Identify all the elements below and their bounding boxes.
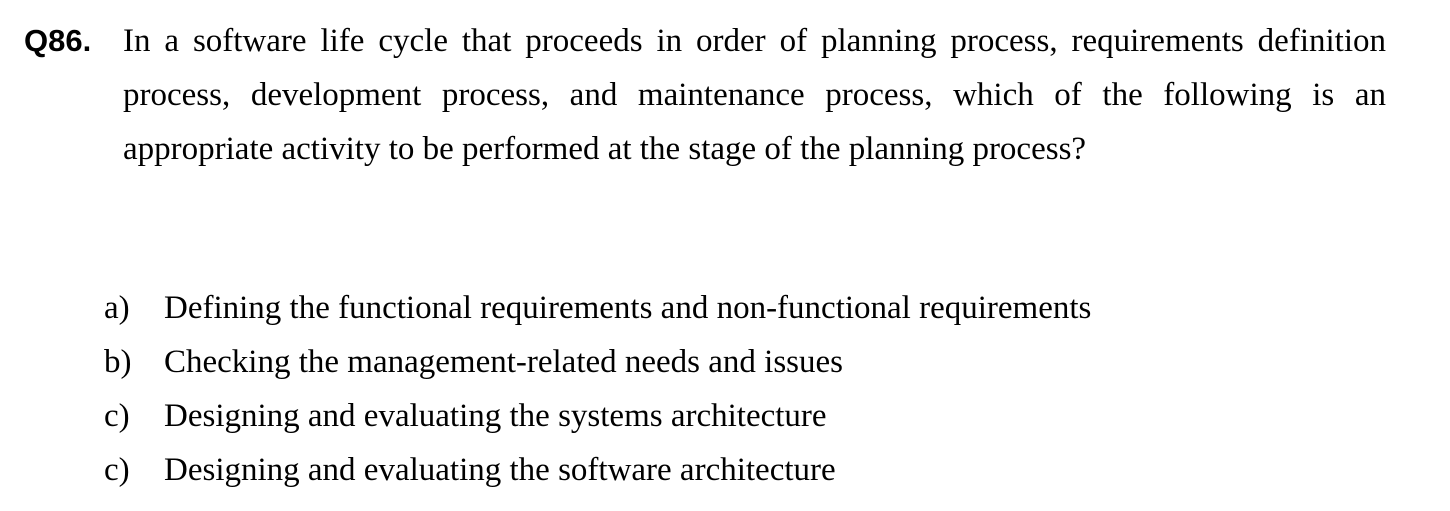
option-letter: c) <box>104 398 130 434</box>
answer-options: a) Defining the functional requirements … <box>104 281 1091 497</box>
option-b: b) Checking the management-related needs… <box>104 335 1091 389</box>
option-c: c) Designing and evaluating the systems … <box>104 389 1091 443</box>
option-text: Defining the functional requirements and… <box>164 290 1092 326</box>
option-a: a) Defining the functional requirements … <box>104 281 1091 335</box>
option-text: Checking the management-related needs an… <box>164 344 844 380</box>
option-letter: b) <box>104 344 132 380</box>
option-letter: c) <box>104 452 130 488</box>
option-text: Designing and evaluating the systems arc… <box>164 398 827 434</box>
option-text: Designing and evaluating the software ar… <box>164 452 836 488</box>
question-text: In a software life cycle that proceeds i… <box>123 23 1386 167</box>
option-d: c) Designing and evaluating the software… <box>104 443 1091 497</box>
option-letter: a) <box>104 290 130 326</box>
question-number: Q86. <box>24 23 92 58</box>
